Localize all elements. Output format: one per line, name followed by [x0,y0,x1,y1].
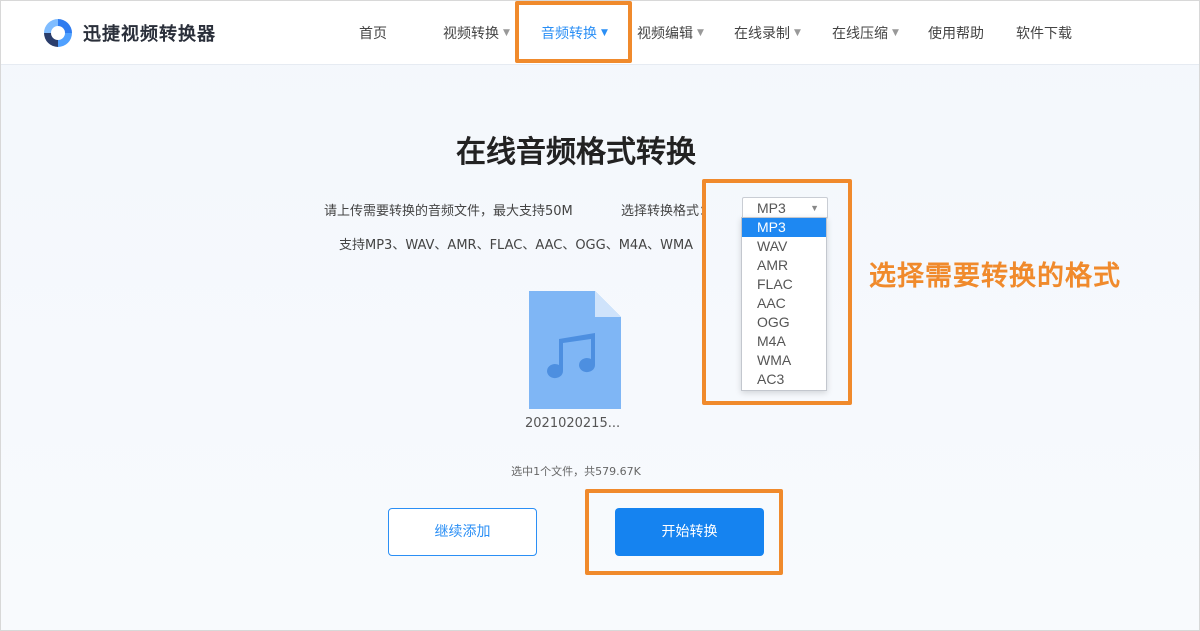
caret-down-icon: ▼ [892,28,899,38]
app-name: 迅捷视频转换器 [83,24,216,45]
nav-video-convert[interactable]: 视频转换 ▼ [419,1,517,65]
nav-label: 视频转换 [443,26,499,42]
page-title: 在线音频格式转换 [456,135,696,170]
logo[interactable]: 迅捷视频转换器 [41,15,216,51]
upload-hint: 请上传需要转换的音频文件，最大支持50M [324,204,573,219]
supported-formats-text: 支持MP3、WAV、AMR、FLAC、AAC、OGG、M4A、WMA [339,238,694,253]
nav-label: 使用帮助 [928,26,984,42]
app-logo-icon [44,19,72,47]
nav-label: 软件下载 [1016,26,1072,42]
format-label: 选择转换格式： [621,204,713,219]
caret-down-icon: ▼ [503,28,510,38]
nav-home[interactable]: 首页 [359,1,419,65]
music-file-icon [529,291,621,409]
nav-online-compress[interactable]: 在线压缩 ▼ [810,1,908,65]
caret-down-icon: ▼ [794,28,801,38]
highlight-start-button [585,489,783,575]
page-frame: 迅捷视频转换器 首页 视频转换 ▼ 音频转换 ▼ 视频编辑 ▼ 在线录制 ▼ 在线压缩 ▼… [0,0,1200,631]
nav-label: 视频编辑 [637,26,693,42]
nav-label: 在线录制 [734,26,790,42]
nav-online-record[interactable]: 在线录制 ▼ [712,1,810,65]
caret-down-icon: ▼ [697,28,704,38]
highlight-format-dropdown [702,179,852,405]
file-name: 2021020215... [525,416,621,431]
nav-help[interactable]: 使用帮助 [908,1,1006,65]
main-nav: 首页 视频转换 ▼ 音频转换 ▼ 视频编辑 ▼ 在线录制 ▼ 在线压缩 ▼ 使用帮助 软件… [359,1,1086,65]
file-count: 选中1个文件，共579.67K [511,465,641,478]
nav-label: 在线压缩 [832,26,888,42]
highlight-audio-tab [515,1,632,63]
add-more-button[interactable]: 继续添加 [388,508,537,556]
nav-label: 首页 [359,26,387,42]
nav-download[interactable]: 软件下载 [1006,1,1086,65]
annotation-callout: 选择需要转换的格式 [869,261,1121,292]
